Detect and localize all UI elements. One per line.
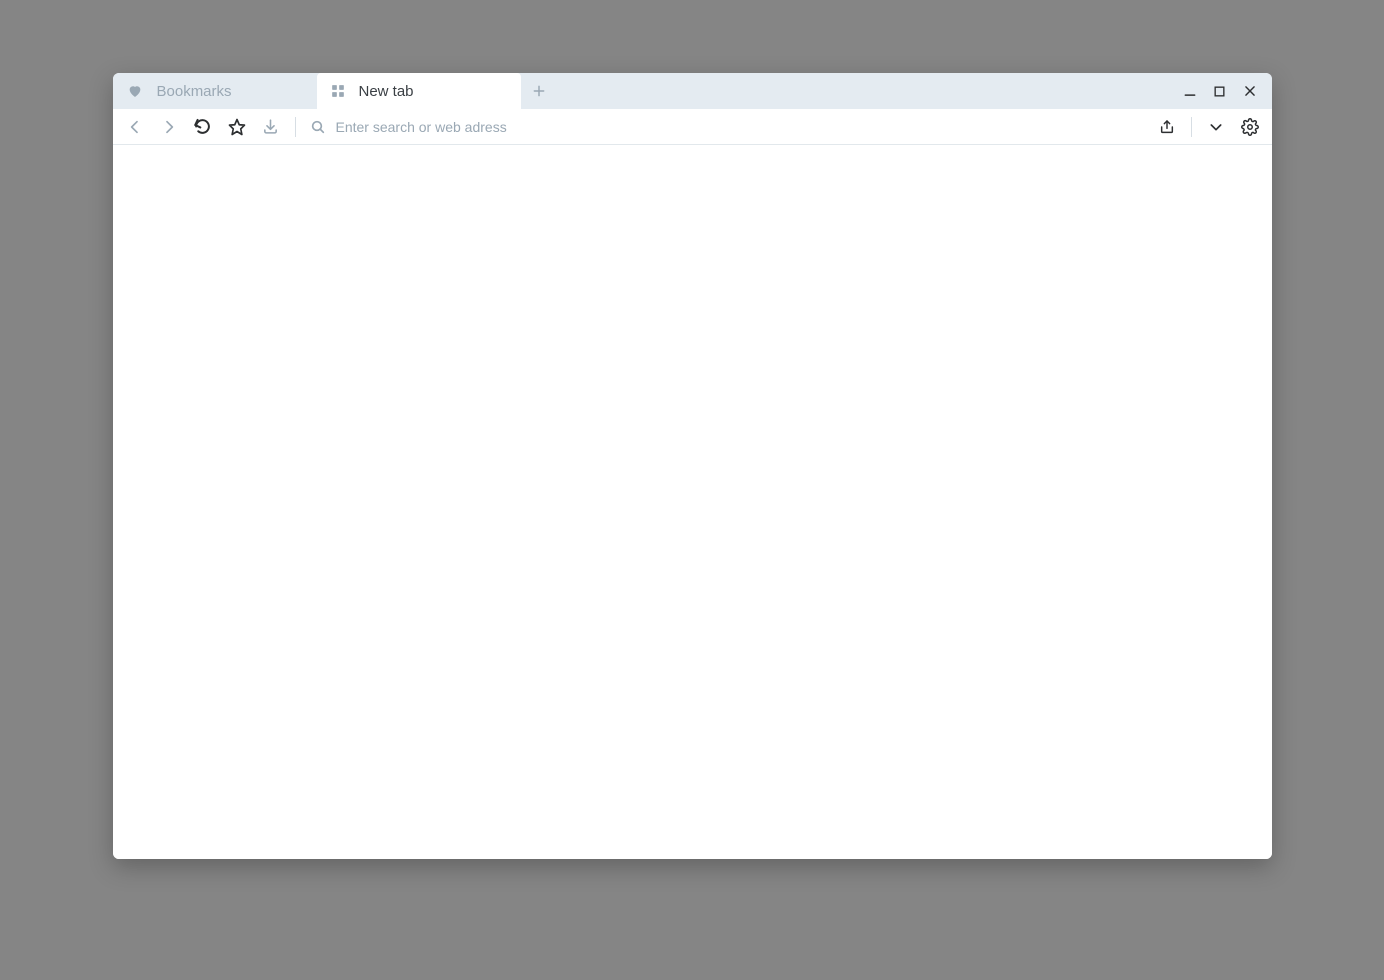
chevron-right-icon	[161, 119, 177, 135]
right-tools	[1157, 117, 1260, 137]
tab-label: Bookmarks	[157, 83, 232, 100]
page-content	[113, 145, 1272, 859]
settings-button[interactable]	[1240, 117, 1260, 137]
search-icon	[310, 119, 326, 135]
bookmark-button[interactable]	[227, 117, 247, 137]
close-button[interactable]	[1242, 83, 1258, 99]
tab-label: New tab	[359, 83, 414, 100]
address-input[interactable]	[336, 119, 1143, 135]
dropdown-button[interactable]	[1206, 117, 1226, 137]
toolbar-divider	[295, 117, 296, 137]
back-button[interactable]	[125, 117, 145, 137]
share-icon	[1159, 119, 1175, 135]
window-controls	[1182, 73, 1272, 109]
tab-new-tab[interactable]: New tab	[317, 73, 521, 109]
toolbar-divider-right	[1191, 117, 1192, 137]
reload-icon	[194, 118, 211, 135]
share-button[interactable]	[1157, 117, 1177, 137]
tab-bar: Bookmarks New tab	[113, 73, 1272, 109]
chevron-left-icon	[127, 119, 143, 135]
downloads-button[interactable]	[261, 117, 281, 137]
forward-button[interactable]	[159, 117, 179, 137]
minimize-icon	[1183, 84, 1197, 98]
toolbar	[113, 109, 1272, 145]
heart-icon	[127, 83, 143, 99]
browser-window: Bookmarks New tab	[113, 73, 1272, 859]
reload-button[interactable]	[193, 117, 213, 137]
maximize-button[interactable]	[1212, 83, 1228, 99]
close-icon	[1243, 84, 1257, 98]
star-icon	[228, 118, 246, 136]
grid-icon	[331, 84, 345, 98]
plus-icon	[532, 84, 546, 98]
minimize-button[interactable]	[1182, 83, 1198, 99]
maximize-icon	[1213, 85, 1226, 98]
address-bar[interactable]	[310, 119, 1143, 135]
download-icon	[262, 118, 279, 135]
chevron-down-icon	[1208, 119, 1224, 135]
tab-bookmarks[interactable]: Bookmarks	[113, 73, 317, 109]
gear-icon	[1241, 118, 1259, 136]
new-tab-button[interactable]	[521, 73, 557, 109]
